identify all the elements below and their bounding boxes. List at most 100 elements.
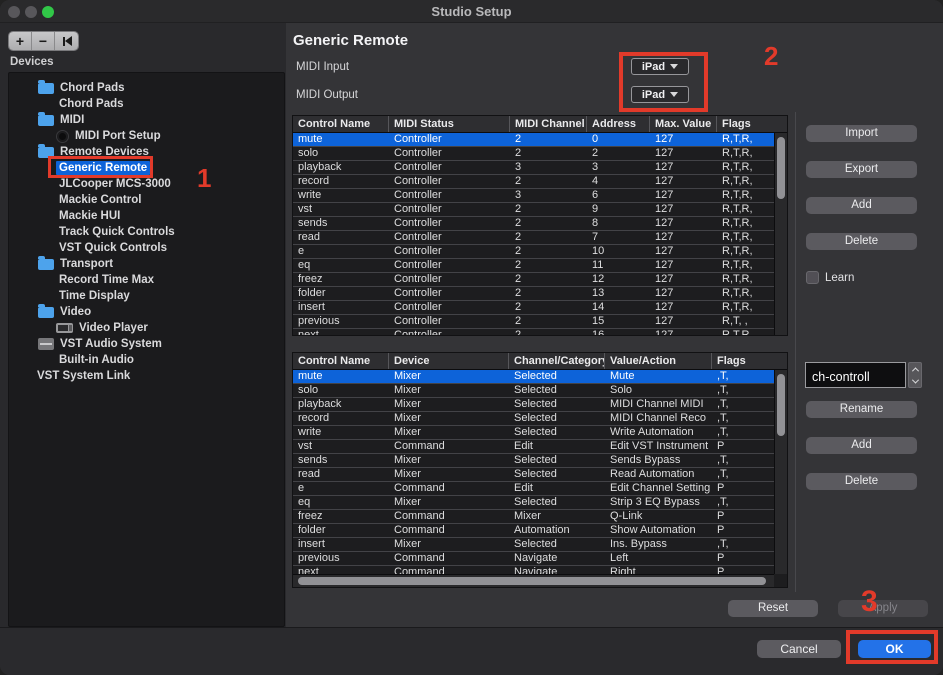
tree-item[interactable]: VST Audio System — [9, 336, 284, 352]
export-button[interactable]: Export — [806, 161, 917, 178]
table-row[interactable]: playback Mixer Selected MIDI Channel MID… — [293, 398, 774, 412]
table-row[interactable]: record Controller 2 4 127 R,T,R, — [293, 175, 774, 189]
delete-button-bottom[interactable]: Delete — [806, 473, 917, 490]
ok-button[interactable]: OK — [858, 640, 931, 658]
scrollbar-thumb[interactable] — [298, 577, 766, 585]
table-row[interactable]: write Controller 3 6 127 R,T,R, — [293, 189, 774, 203]
table-row[interactable]: write Mixer Selected Write Automation ,T… — [293, 426, 774, 440]
tree-item[interactable]: MIDI — [9, 112, 284, 128]
horizontal-scrollbar[interactable] — [293, 574, 774, 587]
table-row[interactable]: folder Controller 2 13 127 R,T,R, — [293, 287, 774, 301]
tree-item[interactable]: Transport — [9, 256, 284, 272]
table-row[interactable]: read Mixer Selected Read Automation ,T, — [293, 468, 774, 482]
tree-item[interactable]: Time Display — [9, 288, 284, 304]
table-row[interactable]: solo Controller 2 2 127 R,T,R, — [293, 147, 774, 161]
table-row[interactable]: folder Command Automation Show Automatio… — [293, 524, 774, 538]
stepper-up-icon[interactable] — [909, 363, 921, 375]
table-row[interactable]: vst Controller 2 9 127 R,T,R, — [293, 203, 774, 217]
cell-control-name: record — [293, 412, 389, 425]
add-button-top[interactable]: Add — [806, 197, 917, 214]
table-row[interactable]: e Command Edit Edit Channel Setting P — [293, 482, 774, 496]
table-row[interactable]: vst Command Edit Edit VST Instrument P — [293, 440, 774, 454]
table-row[interactable]: eq Controller 2 11 127 R,T,R, — [293, 259, 774, 273]
table-row[interactable]: mute Mixer Selected Mute ,T, — [293, 370, 774, 384]
table-row[interactable]: solo Mixer Selected Solo ,T, — [293, 384, 774, 398]
tree-item[interactable]: MIDI Port Setup — [9, 128, 284, 144]
cell-device: Mixer — [389, 398, 509, 411]
tree-item[interactable]: Chord Pads — [9, 80, 284, 96]
cell-midi-channel: 2 — [510, 273, 587, 286]
stepper-down-icon[interactable] — [909, 375, 921, 387]
table-row[interactable]: freez Controller 2 12 127 R,T,R, — [293, 273, 774, 287]
scrollbar-thumb[interactable] — [777, 137, 785, 199]
tree-item[interactable]: Remote Devices — [9, 144, 284, 160]
tree-item[interactable]: VST System Link — [9, 368, 284, 384]
delete-button-top[interactable]: Delete — [806, 233, 917, 250]
table-row[interactable]: next Controller 2 16 127 R,T,R — [293, 329, 774, 335]
cell-flags: P — [712, 482, 774, 495]
apply-button[interactable]: Apply — [838, 600, 928, 617]
table-row[interactable]: next Command Navigate Right P — [293, 566, 774, 574]
tree-item[interactable]: Video — [9, 304, 284, 320]
midi-input-select[interactable]: iPad — [631, 58, 689, 75]
add-button-bottom[interactable]: Add — [806, 437, 917, 454]
learn-checkbox[interactable] — [806, 271, 819, 284]
vertical-scrollbar[interactable] — [774, 370, 787, 574]
column-header[interactable]: Flags — [717, 116, 787, 132]
column-header[interactable]: Channel/Category — [509, 353, 605, 369]
table-row[interactable]: insert Controller 2 14 127 R,T,R, — [293, 301, 774, 315]
reset-button[interactable]: Reset — [728, 600, 818, 617]
cell-midi-status: Controller — [389, 161, 510, 174]
table-row[interactable]: record Mixer Selected MIDI Channel Reco … — [293, 412, 774, 426]
table-row[interactable]: mute Controller 2 0 127 R,T,R, — [293, 133, 774, 147]
table-row[interactable]: previous Controller 2 15 127 R,T, , — [293, 315, 774, 329]
column-header[interactable]: Value/Action — [605, 353, 712, 369]
table-row[interactable]: eq Mixer Selected Strip 3 EQ Bypass ,T, — [293, 496, 774, 510]
tree-item[interactable]: Built-in Audio — [9, 352, 284, 368]
table-row[interactable]: sends Controller 2 8 127 R,T,R, — [293, 217, 774, 231]
table-row[interactable]: freez Command Mixer Q-Link P — [293, 510, 774, 524]
midi-output-select[interactable]: iPad — [631, 86, 689, 103]
table-row[interactable]: previous Command Navigate Left P — [293, 552, 774, 566]
cell-device: Mixer — [389, 426, 509, 439]
cell-midi-status: Controller — [389, 217, 510, 230]
column-header[interactable]: Control Name — [293, 353, 389, 369]
table-row[interactable]: sends Mixer Selected Sends Bypass ,T, — [293, 454, 774, 468]
control-name-input[interactable] — [805, 362, 906, 388]
tree-item-label: MIDI — [57, 113, 87, 127]
column-header[interactable]: Flags — [712, 353, 787, 369]
cell-midi-channel: 2 — [510, 175, 587, 188]
table-row[interactable]: insert Mixer Selected Ins. Bypass ,T, — [293, 538, 774, 552]
column-header[interactable]: MIDI Channel — [510, 116, 587, 132]
tree-item[interactable]: VST Quick Controls — [9, 240, 284, 256]
vertical-scrollbar[interactable] — [774, 133, 787, 335]
table-row[interactable]: read Controller 2 7 127 R,T,R, — [293, 231, 774, 245]
cancel-button[interactable]: Cancel — [757, 640, 841, 658]
import-button[interactable]: Import — [806, 125, 917, 142]
table-row[interactable]: playback Controller 3 3 127 R,T,R, — [293, 161, 774, 175]
tree-item[interactable]: Mackie HUI — [9, 208, 284, 224]
table-header-row: Control Name Device Channel/Category Val… — [293, 353, 787, 370]
rename-button[interactable]: Rename — [806, 401, 917, 418]
tree-item[interactable]: Record Time Max — [9, 272, 284, 288]
column-header[interactable]: Max. Value — [650, 116, 717, 132]
reset-devices-button[interactable] — [55, 32, 78, 50]
cell-flags: P — [712, 566, 774, 574]
add-device-button[interactable]: + — [9, 32, 32, 50]
column-header[interactable]: MIDI Status — [389, 116, 510, 132]
cell-address: 14 — [587, 301, 650, 314]
tree-item[interactable]: Video Player — [9, 320, 284, 336]
tree-item[interactable]: Chord Pads — [9, 96, 284, 112]
cell-max-value: 127 — [650, 203, 717, 216]
remove-device-button[interactable]: − — [32, 32, 55, 50]
column-header[interactable]: Control Name — [293, 116, 389, 132]
table-row[interactable]: e Controller 2 10 127 R,T,R, — [293, 245, 774, 259]
tree-item[interactable]: Track Quick Controls — [9, 224, 284, 240]
scrollbar-thumb[interactable] — [777, 374, 785, 436]
column-header[interactable]: Device — [389, 353, 509, 369]
tree-item[interactable]: Mackie Control — [9, 192, 284, 208]
tree-item[interactable]: Generic Remote — [9, 160, 284, 176]
tree-item[interactable]: JLCooper MCS-3000 — [9, 176, 284, 192]
column-header[interactable]: Address — [587, 116, 650, 132]
cell-device: Command — [389, 482, 509, 495]
